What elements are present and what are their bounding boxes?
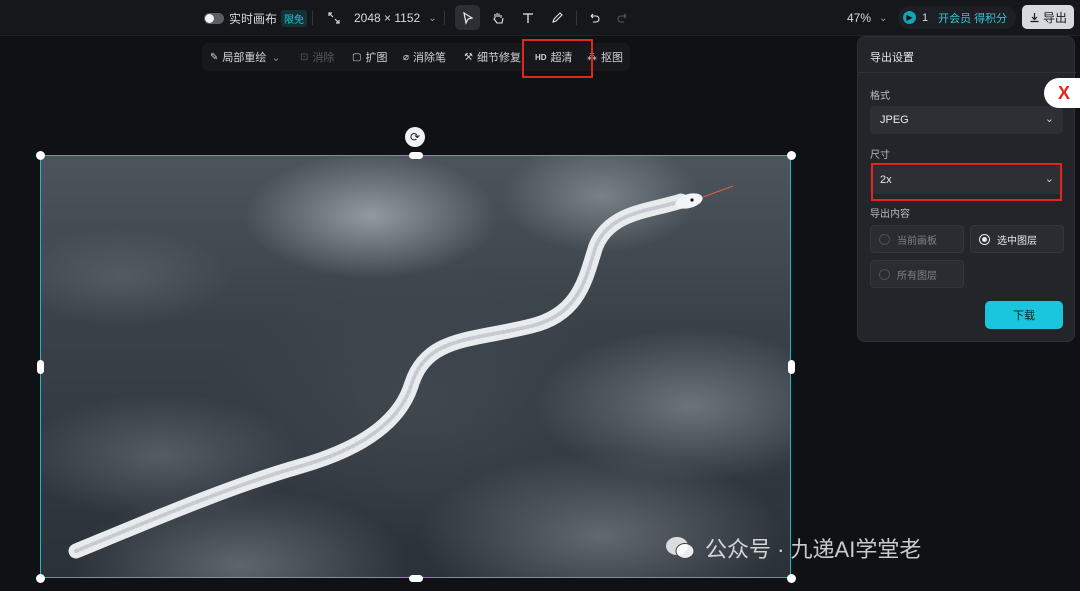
radio-button[interactable] xyxy=(879,268,890,280)
text-tool-button[interactable] xyxy=(515,5,540,30)
detail-repair-label: 细节修复 xyxy=(476,52,521,64)
rotate-handle[interactable]: ⟳ xyxy=(405,127,425,147)
zoom-dropdown[interactable]: 47% ⌄ xyxy=(847,0,887,36)
option-label: 所有图层 xyxy=(897,270,937,282)
close-icon[interactable]: X xyxy=(1044,78,1080,108)
chevron-down-icon: ⌄ xyxy=(428,12,437,24)
canvas-image-layer[interactable] xyxy=(40,155,791,578)
option-all-layers[interactable]: 所有图层 xyxy=(870,260,964,288)
white-snake-image xyxy=(68,185,734,559)
resize-icon xyxy=(328,12,340,24)
hand-icon xyxy=(492,12,504,24)
export-content-label: 导出内容 xyxy=(870,209,910,220)
rotate-icon: ⟳ xyxy=(409,130,421,144)
resize-handle-bottom[interactable] xyxy=(409,575,423,582)
resize-handle-bottom-left[interactable] xyxy=(36,574,45,583)
chevron-down-icon: ⌄ xyxy=(1044,113,1054,125)
realtime-canvas-label: 实时画布 xyxy=(229,11,278,26)
download-icon xyxy=(1030,12,1039,22)
zoom-value: 47% xyxy=(847,11,872,25)
option-label: 当前画板 xyxy=(897,235,937,247)
canvas-size-dropdown[interactable]: 2048 × 1152 ⌄ xyxy=(328,0,437,36)
resize-handle-top-left[interactable] xyxy=(36,151,45,160)
eraser-pen-button[interactable]: ⌀ 消除笔 xyxy=(403,43,446,71)
divider xyxy=(312,11,313,25)
canvas-size-value: 2048 × 1152 xyxy=(354,11,421,25)
option-selected-layer[interactable]: 选中图层 xyxy=(970,225,1064,253)
text-icon xyxy=(522,12,533,23)
credits-pill[interactable]: ▶ 1 开会员 得积分 xyxy=(898,6,1016,29)
realtime-canvas-toggle[interactable]: 实时画布 限免 xyxy=(204,0,308,36)
watermark-text: 公众号 · 九递AI学堂老 xyxy=(705,537,922,562)
toggle-switch[interactable] xyxy=(204,12,224,24)
expand-button[interactable]: ▢ 扩图 xyxy=(352,43,387,71)
resize-handle-left[interactable] xyxy=(37,360,44,374)
pen-icon xyxy=(551,11,563,23)
pen-tool-button[interactable] xyxy=(544,5,569,30)
highlight-box-hd xyxy=(522,39,593,78)
credits-count: 1 xyxy=(922,11,929,24)
cutout-label: 抠图 xyxy=(601,52,623,64)
remove-button[interactable]: ⊡ 消除 xyxy=(300,43,334,71)
radio-button[interactable] xyxy=(879,233,890,245)
resize-handle-top-right[interactable] xyxy=(787,151,796,160)
inpaint-label: 局部重绘 xyxy=(222,52,267,64)
top-toolbar: 实时画布 限免 2048 × 1152 ⌄ 47% ⌄ ▶ 1 开会员 得积分 … xyxy=(0,0,1080,36)
divider xyxy=(858,72,1076,73)
export-label: 导出 xyxy=(1042,10,1067,25)
format-select[interactable]: JPEG ⌄ xyxy=(870,106,1063,134)
resize-handle-right[interactable] xyxy=(788,360,795,374)
chevron-down-icon: ⌄ xyxy=(271,51,281,64)
option-label: 选中图层 xyxy=(997,235,1037,247)
format-value: JPEG xyxy=(880,114,909,126)
redo-icon xyxy=(617,13,626,23)
highlight-box-size xyxy=(871,163,1062,201)
expand-icon: ▢ xyxy=(352,51,362,63)
divider xyxy=(576,11,577,25)
size-label: 尺寸 xyxy=(870,150,890,161)
cursor-icon xyxy=(462,11,474,25)
inpaint-button[interactable]: ✎ 局部重绘 ⌄ xyxy=(210,43,281,71)
eraser-pen-label: 消除笔 xyxy=(413,52,447,64)
erase-icon: ⊡ xyxy=(300,51,309,63)
hand-tool-button[interactable] xyxy=(485,5,510,30)
undo-icon xyxy=(590,13,599,23)
option-current-artboard[interactable]: 当前画板 xyxy=(870,225,964,253)
detail-repair-button[interactable]: ⚒ 细节修复 xyxy=(464,43,521,71)
format-label: 格式 xyxy=(870,91,890,102)
remove-label: 消除 xyxy=(312,52,335,64)
wechat-icon xyxy=(666,537,695,559)
resize-handle-bottom-right[interactable] xyxy=(787,574,796,583)
expand-label: 扩图 xyxy=(365,52,388,64)
watermark: 公众号 · 九递AI学堂老 xyxy=(665,532,921,564)
redo-button[interactable] xyxy=(610,5,635,30)
select-tool-button[interactable] xyxy=(455,5,480,30)
undo-button[interactable] xyxy=(581,5,606,30)
app-root: 实时画布 限免 2048 × 1152 ⌄ 47% ⌄ ▶ 1 开会员 得积分 … xyxy=(0,0,1080,591)
export-button[interactable]: 导出 xyxy=(1022,5,1074,29)
play-icon: ▶ xyxy=(903,11,916,24)
chevron-down-icon: ⌄ xyxy=(879,12,888,24)
brush-icon: ✎ xyxy=(210,51,219,63)
panel-title: 导出设置 xyxy=(870,52,914,64)
download-button[interactable]: 下载 xyxy=(985,301,1063,329)
resize-handle-top[interactable] xyxy=(409,152,423,159)
eraser-pen-icon: ⌀ xyxy=(403,51,410,63)
membership-text: 开会员 得积分 xyxy=(938,12,1008,25)
limited-free-badge: 限免 xyxy=(281,9,308,27)
radio-button-checked[interactable] xyxy=(979,233,990,245)
magic-icon: ⚒ xyxy=(464,51,473,63)
divider xyxy=(444,11,445,25)
